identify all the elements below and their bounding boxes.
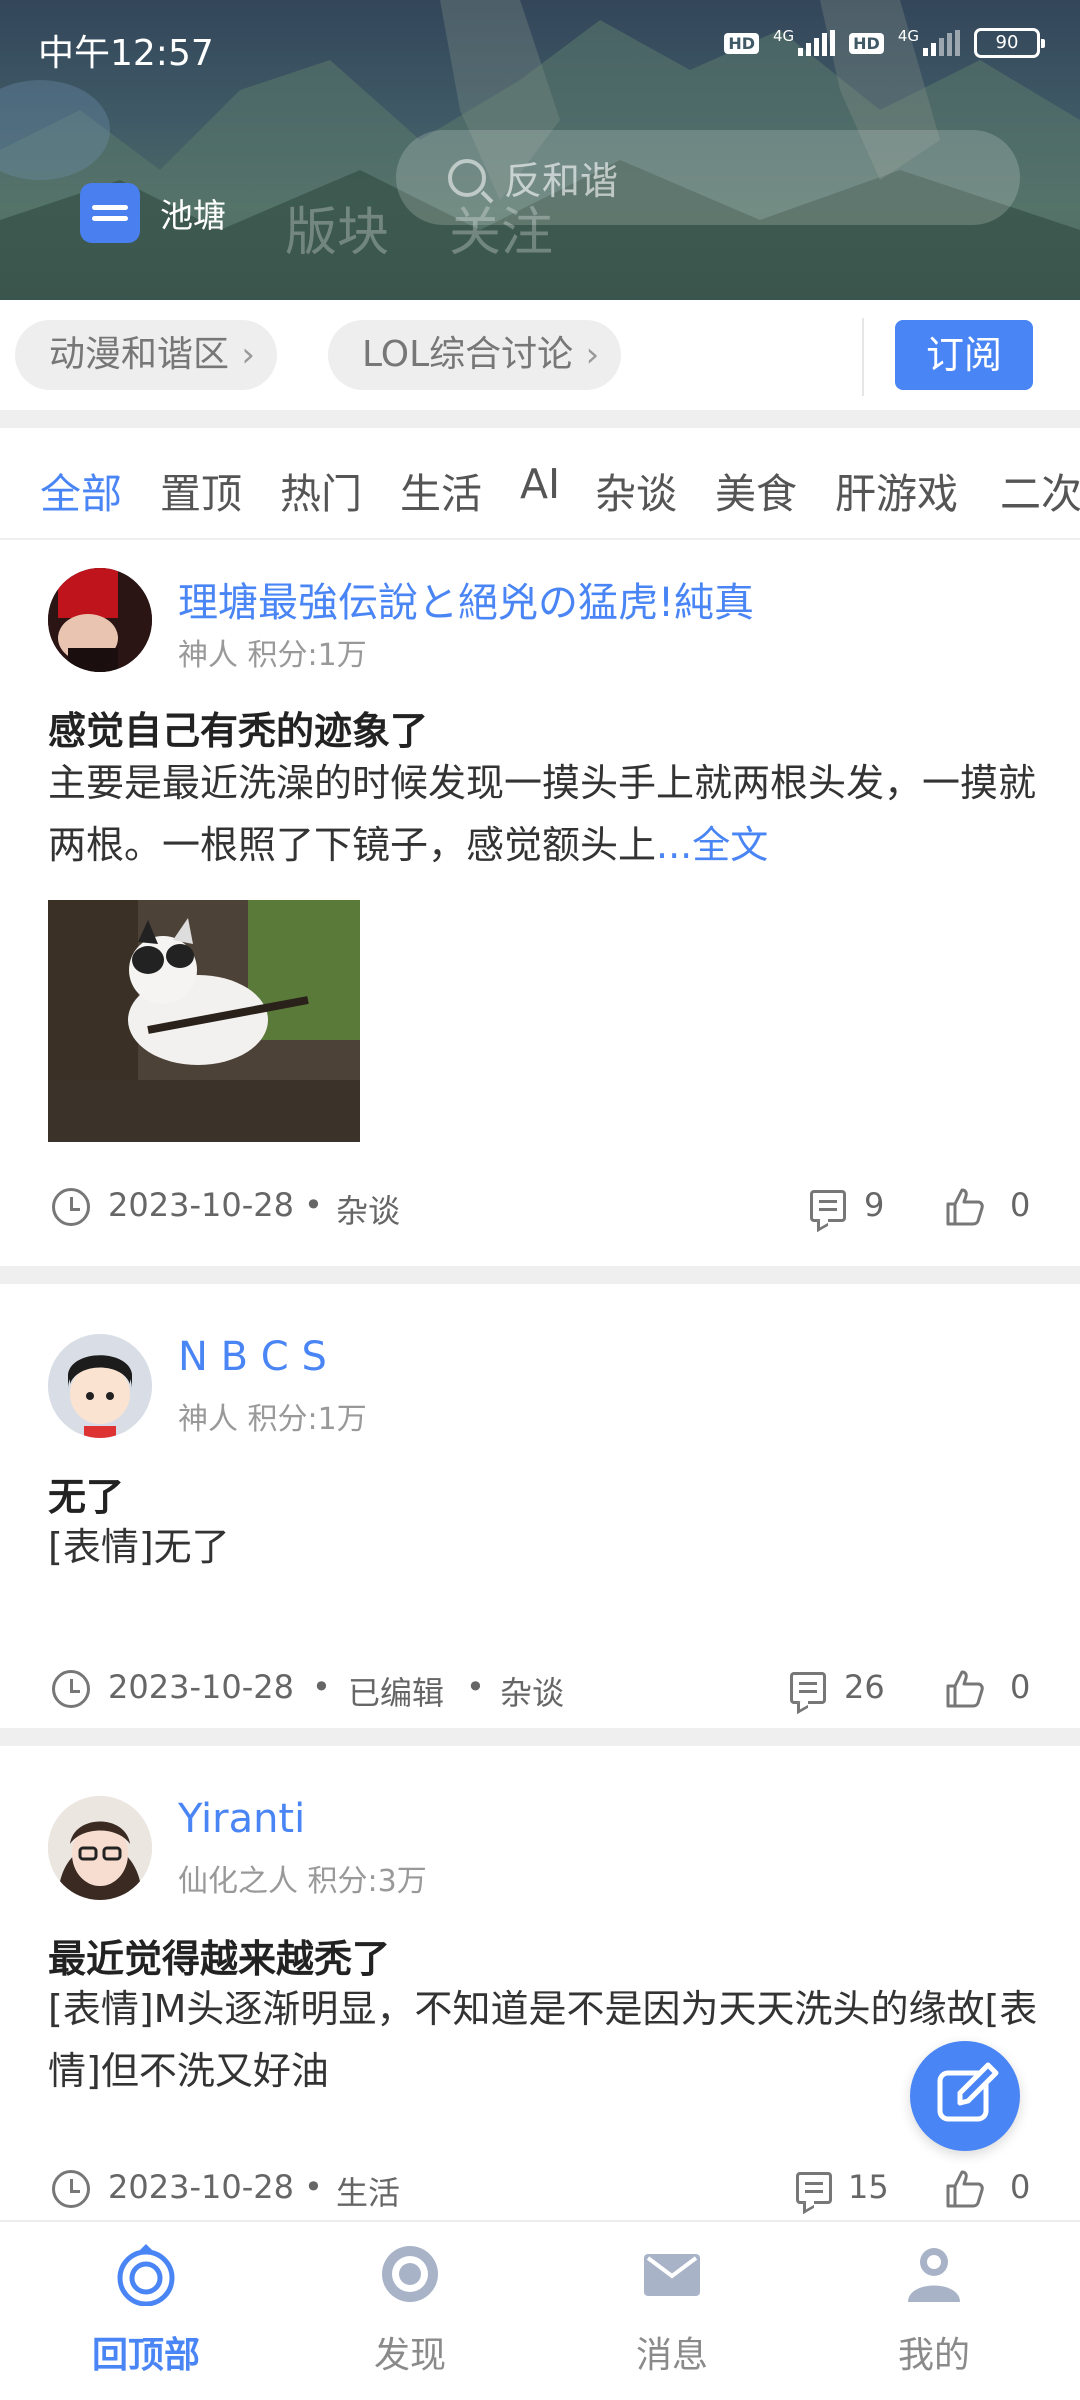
avatar[interactable] [48,568,152,672]
post-user-meta: 神人 积分:1万 [178,630,367,674]
divider [862,318,864,396]
post-title: 感觉自己有秃的迹象了 [48,709,429,753]
comment-count: 9 [864,1186,885,1224]
like-count: 0 [1010,2168,1031,2206]
comment-icon[interactable] [810,1190,846,1222]
thumbs-up-icon[interactable] [944,2168,986,2210]
comment-count: 15 [848,2168,889,2206]
subscribe-button[interactable]: 订阅 [895,320,1033,390]
user-score: 积分:3万 [307,1864,427,1899]
post-tag[interactable]: 生活 [336,2168,400,2214]
post-edited-label: 已编辑 [348,1674,445,1712]
nav-back-to-top[interactable]: 回顶部 [46,2242,246,2392]
tab-all[interactable]: 全部 [40,460,122,520]
tab-hot[interactable]: 热门 [280,460,362,520]
bottom-nav: 回顶部 发现 消息 我的 [0,2220,1080,2400]
post-title: 最近觉得越来越秃了 [48,1937,391,1981]
avatar[interactable] [48,1334,152,1438]
status-bar: 中午12:57 HD 4G HD 4G 90 [0,0,1080,96]
nav-discover[interactable]: 发现 [310,2242,510,2392]
top-target-icon [117,2244,175,2306]
category-tabs: 全部 置顶 热门 生活 AI 杂谈 美食 肝游戏 二次 [0,428,1080,540]
pool-label: 池塘 [160,196,226,235]
hd-badge-2: HD [849,32,884,54]
battery-icon: 90 [974,28,1045,58]
status-time: 中午12:57 [38,33,214,74]
thumbs-up-icon[interactable] [944,1668,986,1710]
post-card[interactable]: N B C S 神人 积分:1万 无了 [表情]无了 2023-10-28 • … [0,1284,1080,1724]
post-tag[interactable]: 杂谈 [500,1668,564,1714]
post-username[interactable]: 理塘最強伝說と絕兇の猛虎!純真 [178,570,754,628]
tab-pinned[interactable]: 置顶 [160,460,242,520]
avatar[interactable] [48,1796,152,1900]
nav-messages[interactable]: 消息 [572,2242,772,2392]
user-rank: 仙化之人 [178,1864,298,1899]
board-chips-row: 动漫和谐区 › LOL综合讨论 › 订阅 [0,300,1080,410]
read-more-link[interactable]: ...全文 [656,823,768,867]
user-rank: 神人 [178,1402,238,1437]
post-username[interactable]: N B C S [178,1334,327,1380]
post-username[interactable]: Yiranti [178,1796,305,1842]
post-footer: 2023-10-28 • 杂谈 9 0 [48,1182,1032,1232]
clock-icon [52,1188,90,1226]
profile-icon [908,2248,960,2302]
like-count: 0 [1010,1668,1031,1706]
hd-badge: HD [724,32,759,54]
tab-games[interactable]: 肝游戏 [835,460,958,520]
signal-icon: 4G [773,28,836,56]
app-root: 中午12:57 HD 4G HD 4G 90 版块 关注 池塘 反和谐 动漫和谐… [0,0,1080,2400]
post-tag[interactable]: 杂谈 [336,1186,400,1232]
user-score: 积分:1万 [247,1402,367,1437]
tab-acg[interactable]: 二次 [1000,460,1080,520]
search-icon [448,158,486,197]
discover-icon [382,2246,438,2302]
tab-chat[interactable]: 杂谈 [595,460,677,520]
thumbs-up-icon[interactable] [944,1186,986,1228]
nav-profile[interactable]: 我的 [834,2242,1034,2392]
chip-anime-board[interactable]: 动漫和谐区 › [15,320,278,390]
search-placeholder: 反和谐 [504,159,619,203]
post-date: 2023-10-28 [108,1186,294,1224]
post-title: 无了 [48,1475,125,1519]
post-user-meta: 神人 积分:1万 [178,1394,367,1438]
tab-food[interactable]: 美食 [715,460,797,520]
post-date: 2023-10-28 [108,2168,294,2206]
header-banner: 中午12:57 HD 4G HD 4G 90 版块 关注 池塘 反和谐 [0,0,1080,300]
chip-lol-board[interactable]: LOL综合讨论 › [328,320,622,390]
chevron-right-icon: › [585,335,600,375]
section-divider [0,410,1080,428]
pool-switch[interactable]: 池塘 [80,183,226,243]
post-footer: 2023-10-28 • 生活 15 0 [48,2164,1032,2214]
tab-boards[interactable]: 版块 [285,190,389,265]
section-divider [0,1266,1080,1284]
edit-icon [937,2062,999,2122]
user-score: 积分:1万 [247,638,367,673]
section-divider [0,1728,1080,1746]
comment-icon[interactable] [790,1672,826,1704]
comment-count: 26 [844,1668,885,1706]
post-body: [表情]M头逐渐明显，不知道是不是因为天天洗头的缘故[表情]但不洗又好油 [48,1987,1038,2093]
post-body: 主要是最近洗澡的时候发现一摸头手上就两根头发，一摸就两根。一根照了下镜子，感觉额… [48,761,1037,867]
signal-icon-2: 4G [898,28,960,56]
status-icons: HD 4G HD 4G 90 [724,28,1045,58]
tab-life[interactable]: 生活 [400,460,482,520]
tab-ai[interactable]: AI [520,460,560,508]
post-footer: 2023-10-28 • 已编辑 • 杂谈 26 0 [48,1664,1032,1714]
comment-icon[interactable] [796,2172,832,2204]
swap-icon [80,183,140,243]
clock-icon [52,2170,90,2208]
post-user-meta: 仙化之人 积分:3万 [178,1856,427,1900]
post-date: 2023-10-28 [108,1668,294,1706]
compose-button[interactable] [910,2041,1020,2151]
chevron-right-icon: › [241,335,256,375]
user-rank: 神人 [178,638,238,673]
mail-icon [644,2254,700,2296]
post-image-cat[interactable] [48,900,360,1142]
search-bar[interactable]: 反和谐 [396,130,1020,225]
post-body: [表情]无了 [48,1525,230,1569]
post-card[interactable]: 理塘最強伝說と絕兇の猛虎!純真 神人 积分:1万 感觉自己有秃的迹象了 主要是最… [0,542,1080,1264]
clock-icon [52,1670,90,1708]
like-count: 0 [1010,1186,1031,1224]
